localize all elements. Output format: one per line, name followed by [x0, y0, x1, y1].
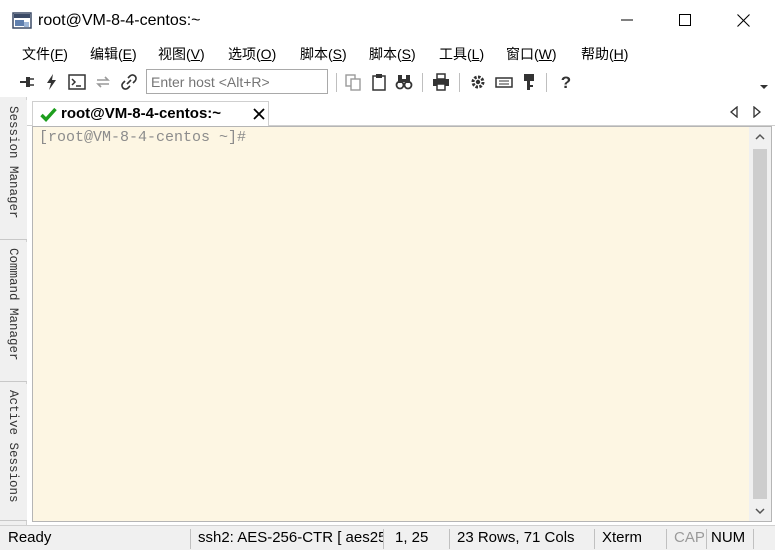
vertical-scrollbar[interactable]: [749, 127, 771, 521]
connect-icon[interactable]: [17, 72, 37, 92]
side-tab-command-manager[interactable]: Command Manager: [0, 242, 27, 382]
menu-edit[interactable]: 编辑(E): [90, 44, 137, 64]
tab-scroll-right-icon[interactable]: [752, 106, 762, 118]
toolbar-separator: [422, 73, 423, 92]
minimize-icon: [621, 19, 633, 21]
menu-help[interactable]: 帮助(H): [581, 44, 628, 64]
status-terminal-size: 23 Rows, 71 Cols: [457, 529, 575, 546]
find-icon[interactable]: [394, 72, 414, 92]
terminal-icon[interactable]: [67, 72, 87, 92]
keymap-icon[interactable]: [494, 72, 514, 92]
side-tab-session-manager[interactable]: Session Manager: [0, 100, 27, 240]
toolbar: ?: [0, 68, 775, 97]
status-cursor-position: 1, 25: [395, 529, 429, 546]
menu-window[interactable]: 窗口(W): [506, 44, 557, 64]
key-icon[interactable]: [519, 72, 539, 92]
help-icon[interactable]: ?: [556, 72, 576, 92]
copy-icon[interactable]: [343, 72, 363, 92]
scroll-up-button[interactable]: [749, 127, 771, 147]
title-bar: root@VM-8-4-centos:~: [0, 0, 775, 40]
chevron-down-icon: [755, 508, 765, 515]
status-terminal-type: Xterm: [602, 529, 643, 546]
quick-connect-icon[interactable]: [42, 72, 62, 92]
close-icon: [736, 13, 750, 27]
settings-icon[interactable]: [468, 72, 488, 92]
session-tab-bar: root@VM-8-4-centos:~: [27, 97, 775, 127]
window-title: root@VM-8-4-centos:~: [38, 12, 201, 29]
check-icon: [40, 107, 57, 122]
scroll-thumb[interactable]: [753, 149, 767, 499]
maximize-icon: [679, 14, 691, 26]
status-caps-lock: CAP: [674, 529, 705, 546]
toolbar-separator: [336, 73, 337, 92]
terminal-output[interactable]: [root@VM-8-4-centos ~]#: [33, 127, 749, 521]
menu-script[interactable]: 脚本(S): [300, 44, 347, 64]
status-cipher: ssh2: AES-256-CTR [ aes256: [198, 529, 383, 546]
status-ready: Ready: [8, 529, 52, 546]
svg-text:?: ?: [561, 73, 571, 92]
scroll-down-button[interactable]: [749, 501, 771, 521]
side-panel: Session Manager Command Manager Active S…: [0, 97, 27, 525]
menu-options[interactable]: 选项(O): [228, 44, 276, 64]
menu-script-2[interactable]: 脚本(S): [369, 44, 416, 64]
reconnect-icon[interactable]: [93, 72, 113, 92]
status-divider: [753, 529, 754, 549]
host-input[interactable]: [146, 69, 328, 94]
terminal-frame: [root@VM-8-4-centos ~]#: [32, 126, 772, 522]
tab-close-icon[interactable]: [253, 108, 265, 120]
session-tab-label: root@VM-8-4-centos:~: [61, 105, 222, 122]
menu-file[interactable]: 文件(F): [22, 44, 68, 64]
print-icon[interactable]: [431, 72, 451, 92]
status-num-lock: NUM: [711, 529, 746, 546]
tab-scroll-left-icon[interactable]: [729, 106, 739, 118]
terminal-prompt: [root@VM-8-4-centos ~]#: [39, 129, 247, 146]
menu-bar: 文件(F) 编辑(E) 视图(V) 选项(O) 脚本(S) 脚本(S) 工具(L…: [0, 40, 775, 68]
toolbar-separator: [546, 73, 547, 92]
chevron-up-icon: [755, 133, 765, 140]
side-tab-active-sessions[interactable]: Active Sessions: [0, 384, 27, 521]
minimize-button[interactable]: [598, 0, 656, 40]
menu-tools[interactable]: 工具(L): [439, 44, 484, 64]
toolbar-separator: [459, 73, 460, 92]
app-icon: [12, 11, 32, 31]
status-bar: Ready ssh2: AES-256-CTR [ aes256 1, 25 2…: [0, 525, 775, 550]
paste-icon[interactable]: [369, 72, 389, 92]
maximize-button[interactable]: [656, 0, 714, 40]
link-icon[interactable]: [119, 72, 139, 92]
menu-view[interactable]: 视图(V): [158, 44, 205, 64]
close-button[interactable]: [714, 0, 772, 40]
toolbar-overflow-icon[interactable]: [759, 78, 769, 89]
session-tab[interactable]: root@VM-8-4-centos:~: [32, 101, 269, 127]
